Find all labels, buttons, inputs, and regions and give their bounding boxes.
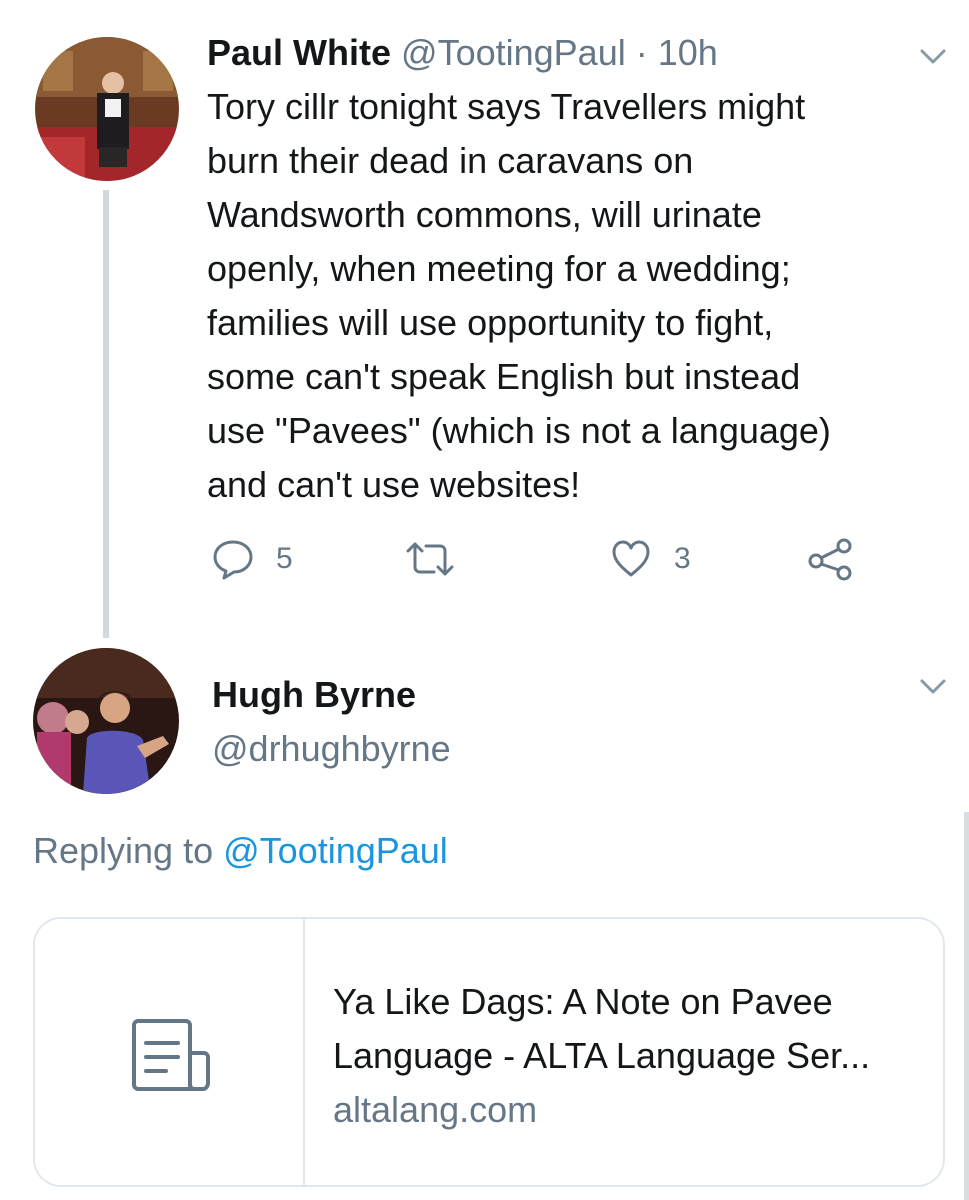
like-button[interactable]: 3: [610, 534, 691, 584]
reply-author-handle[interactable]: @drhughbyrne: [212, 724, 451, 774]
chevron-down-icon[interactable]: [920, 679, 946, 695]
reply-author-name[interactable]: Hugh Byrne: [212, 670, 416, 720]
share-button[interactable]: [806, 534, 854, 584]
link-card-title: Ya Like Dags: A Note on Pavee Language -…: [333, 975, 923, 1083]
avatar-paul-white[interactable]: [35, 37, 179, 181]
replying-to: Replying to @TootingPaul: [33, 826, 448, 876]
reply-button[interactable]: 5: [212, 534, 293, 584]
avatar-hugh-byrne[interactable]: [33, 648, 179, 794]
retweet-button[interactable]: [404, 534, 478, 584]
tweet-text-line: some can't speak English but instead: [207, 356, 801, 397]
tweet-text: Tory cillr tonight says Travellers might…: [207, 80, 927, 512]
header-separator: ·: [635, 32, 648, 73]
like-count: 3: [674, 542, 691, 575]
retweet-icon: [406, 542, 454, 576]
tweet-text-line: and can't use websites!: [207, 464, 581, 505]
tweet-text-line: Wandsworth commons, will urinate: [207, 194, 762, 235]
share-icon: [808, 538, 852, 581]
link-card-thumbnail: [35, 919, 305, 1185]
tweet-text-line: use "Pavees" (which is not a language): [207, 410, 831, 451]
heart-icon: [612, 540, 650, 577]
replying-to-label: Replying to: [33, 830, 214, 871]
avatar-image: [35, 37, 179, 181]
link-card[interactable]: Ya Like Dags: A Note on Pavee Language -…: [33, 917, 945, 1187]
reply-count: 5: [276, 542, 293, 575]
author-name[interactable]: Paul White: [207, 32, 391, 73]
chevron-down-icon[interactable]: [920, 49, 946, 65]
replying-to-handle-link[interactable]: @TootingPaul: [223, 830, 448, 871]
avatar-image: [33, 648, 179, 794]
reply-icon: [213, 540, 253, 580]
tweet-time[interactable]: 10h: [658, 32, 718, 73]
thread-line: [103, 190, 109, 638]
tweet-header: Paul White @TootingPaul · 10h: [207, 28, 718, 78]
link-card-title-line: Ya Like Dags: A Note on Pavee: [333, 981, 833, 1022]
link-card-domain: altalang.com: [333, 1089, 538, 1130]
link-card-title-line: Language - ALTA Language Ser...: [333, 1035, 871, 1076]
tweet-text-line: burn their dead in caravans on: [207, 140, 694, 181]
tweet-text-line: openly, when meeting for a wedding;: [207, 248, 791, 289]
scroll-edge: [964, 812, 969, 1200]
tweet-text-line: Tory cillr tonight says Travellers might: [207, 86, 806, 127]
tweet-text-line: families will use opportunity to fight,: [207, 302, 774, 343]
author-handle[interactable]: @TootingPaul: [401, 32, 626, 73]
article-icon: [132, 1019, 210, 1091]
